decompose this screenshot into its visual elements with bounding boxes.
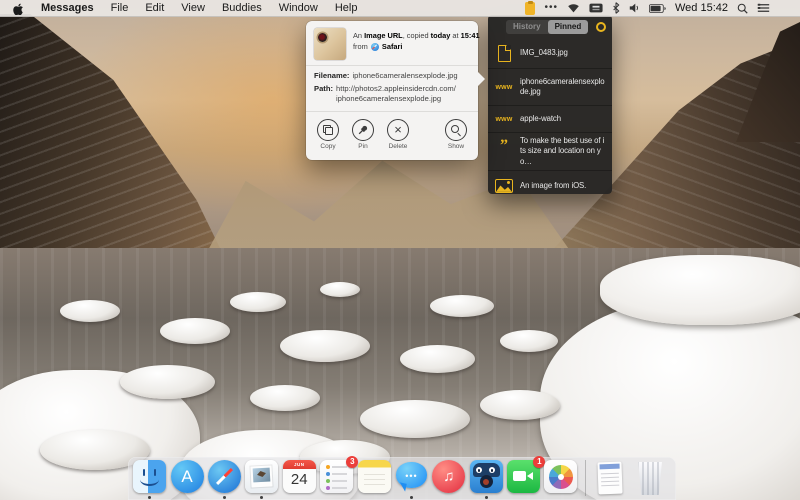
popover-arrow bbox=[478, 72, 485, 86]
dock-reminders[interactable]: 3 bbox=[318, 456, 359, 498]
dock-document[interactable] bbox=[592, 460, 629, 498]
messages-icon: ••• bbox=[395, 460, 428, 493]
clipping-summary: An Image URL, copied today at 15:41 from… bbox=[353, 31, 480, 51]
magnifier-icon bbox=[450, 124, 462, 136]
path-row: Path: http://photos2.appleinsidercdn.com… bbox=[314, 84, 470, 104]
pin-button[interactable]: Pin bbox=[352, 119, 374, 150]
photos-icon bbox=[544, 460, 578, 493]
dock-photos[interactable] bbox=[542, 460, 579, 498]
apple-menu[interactable] bbox=[13, 2, 24, 15]
mail-icon bbox=[245, 460, 279, 493]
history-pinned-segmented-control: History Pinned bbox=[506, 20, 589, 34]
dock: A JUN 24 3 ••• ♫ 1 bbox=[128, 456, 676, 500]
menu-window[interactable]: Window bbox=[279, 2, 318, 14]
list-item-quote[interactable]: ” To make the best use of its size and l… bbox=[488, 133, 612, 171]
path-label: Path: bbox=[314, 84, 333, 93]
menu-buddies[interactable]: Buddies bbox=[222, 2, 262, 14]
calendar-day: 24 bbox=[290, 471, 308, 488]
list-item-url-selected[interactable]: www iphone6cameralensexplode.jpg bbox=[488, 69, 612, 106]
delete-button[interactable]: × Delete bbox=[387, 119, 409, 150]
filename-label: Filename: bbox=[314, 71, 350, 80]
wifi-icon[interactable] bbox=[567, 3, 580, 13]
clipping-thumbnail bbox=[314, 28, 346, 60]
finder-icon bbox=[133, 460, 167, 493]
safari-icon bbox=[370, 42, 379, 51]
menu-file[interactable]: File bbox=[111, 2, 129, 14]
notes-icon bbox=[357, 460, 391, 493]
overflow-dots-icon[interactable]: ••• bbox=[544, 3, 558, 13]
menu-help[interactable]: Help bbox=[335, 2, 358, 14]
list-item-file[interactable]: IMG_0483.jpg bbox=[488, 38, 612, 69]
keyboard-icon[interactable] bbox=[589, 3, 603, 13]
document-icon bbox=[497, 44, 511, 62]
tab-pinned[interactable]: Pinned bbox=[547, 20, 589, 34]
running-indicator bbox=[484, 496, 488, 499]
image-icon bbox=[495, 178, 513, 193]
dock-tweetbot[interactable] bbox=[468, 460, 505, 499]
path-value: http://photos2.appleinsidercdn.com/iphon… bbox=[335, 84, 456, 103]
trash-icon bbox=[638, 462, 662, 495]
settings-gear-icon[interactable] bbox=[596, 22, 606, 32]
pin-icon bbox=[358, 125, 368, 135]
dock-finder[interactable] bbox=[131, 460, 168, 499]
dock-safari[interactable] bbox=[206, 460, 243, 499]
www-icon: www bbox=[495, 83, 513, 91]
tweetbot-icon bbox=[469, 460, 503, 493]
running-indicator bbox=[260, 496, 264, 499]
copy-icon bbox=[323, 125, 333, 135]
dock-separator bbox=[580, 460, 592, 498]
tab-history[interactable]: History bbox=[506, 20, 548, 34]
filename-row: Filename: iphone6cameralensexplode.jpg bbox=[314, 71, 470, 81]
calendar-month: JUN bbox=[282, 460, 316, 469]
quote-icon: ” bbox=[500, 137, 508, 154]
filename-value: iphone6cameralensexplode.jpg bbox=[352, 71, 458, 80]
menu-edit[interactable]: Edit bbox=[145, 2, 164, 14]
running-indicator bbox=[409, 496, 413, 499]
list-item-image[interactable]: An image from iOS. bbox=[488, 171, 612, 201]
bluetooth-icon[interactable] bbox=[612, 2, 620, 14]
itunes-icon: ♫ bbox=[432, 460, 466, 493]
clipping-detail-popover: An Image URL, copied today at 15:41 from… bbox=[306, 21, 485, 160]
clipboard-menubar-icon[interactable] bbox=[525, 0, 536, 15]
running-indicator bbox=[148, 496, 152, 499]
safari-dock-icon bbox=[207, 460, 241, 493]
dock-trash[interactable] bbox=[629, 460, 671, 498]
running-indicator bbox=[222, 496, 226, 499]
document-file-icon bbox=[597, 461, 623, 495]
delete-x-icon: × bbox=[394, 122, 402, 137]
menu-view[interactable]: View bbox=[181, 2, 205, 14]
dock-mail[interactable] bbox=[243, 460, 280, 499]
copy-button[interactable]: Copy bbox=[317, 119, 339, 150]
dock-calendar[interactable]: JUN 24 bbox=[281, 460, 318, 498]
apple-icon bbox=[13, 3, 23, 15]
spotlight-icon[interactable] bbox=[737, 3, 748, 14]
desktop: Messages File Edit View Buddies Window H… bbox=[0, 0, 800, 500]
app-store-icon: A bbox=[170, 460, 204, 493]
volume-icon[interactable] bbox=[629, 3, 640, 13]
dock-app-store[interactable]: A bbox=[168, 460, 205, 498]
menubar-clock[interactable]: Wed 15:42 bbox=[675, 2, 728, 14]
battery-icon[interactable] bbox=[648, 3, 666, 13]
menu-bar: Messages File Edit View Buddies Window H… bbox=[0, 0, 800, 17]
dock-messages[interactable]: ••• bbox=[393, 460, 430, 499]
www-icon: www bbox=[495, 115, 513, 123]
notification-center-icon[interactable] bbox=[757, 3, 770, 13]
dock-itunes[interactable]: ♫ bbox=[430, 460, 467, 498]
clipboard-history-panel: History Pinned IMG_0483.jpg www iphone6c… bbox=[488, 15, 612, 194]
dock-notes[interactable] bbox=[355, 460, 392, 498]
calendar-icon: JUN 24 bbox=[282, 460, 316, 493]
show-button[interactable]: Show bbox=[445, 119, 467, 150]
menu-messages[interactable]: Messages bbox=[41, 2, 94, 14]
list-item-url[interactable]: www apple-watch bbox=[488, 106, 612, 133]
dock-facetime[interactable]: 1 bbox=[505, 456, 546, 498]
